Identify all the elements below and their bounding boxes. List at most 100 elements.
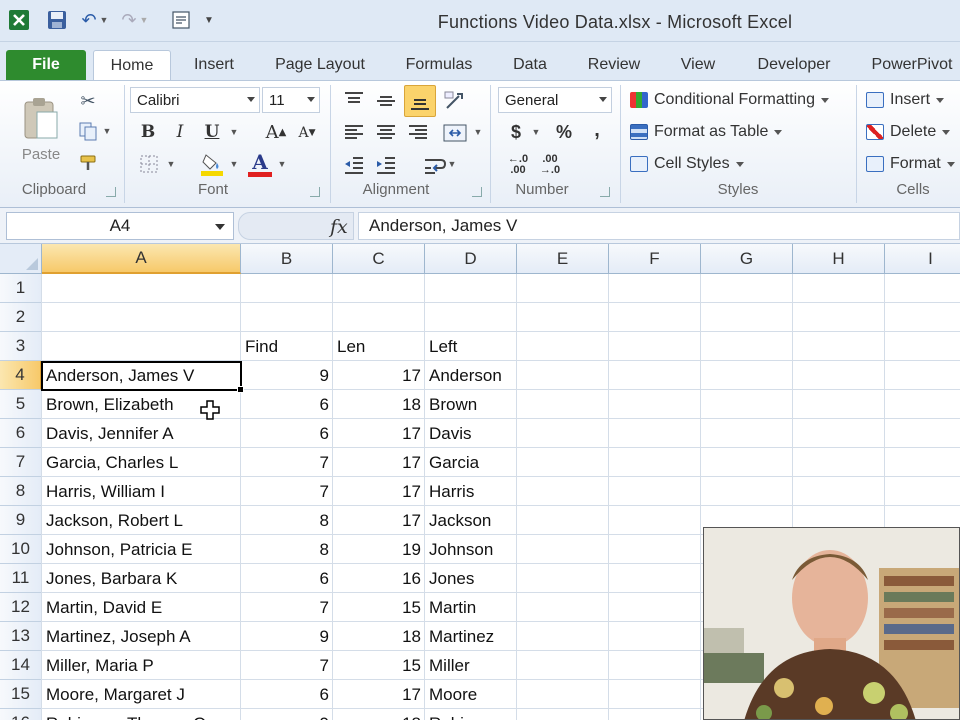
number-launcher-icon[interactable] <box>600 187 610 197</box>
clipboard-launcher-icon[interactable] <box>106 187 116 197</box>
cell-d7-left[interactable]: Garcia <box>425 448 517 477</box>
cell-c4-len[interactable]: 17 <box>333 361 425 390</box>
cell-c14-len[interactable]: 15 <box>333 651 425 680</box>
shrink-font-button[interactable]: A ▼ <box>294 121 320 145</box>
row-header-10[interactable]: 10 <box>0 535 42 564</box>
column-header-g[interactable]: G <box>701 244 793 274</box>
font-color-icon[interactable]: A <box>246 149 274 179</box>
column-header-c[interactable]: C <box>333 244 425 274</box>
increase-indent-icon[interactable] <box>372 151 400 179</box>
tab-developer[interactable]: Developer <box>745 50 843 80</box>
formula-input[interactable]: Anderson, James V <box>358 212 960 240</box>
currency-dropdown-icon[interactable]: ▼ <box>530 125 542 139</box>
cell-c5-len[interactable]: 18 <box>333 390 425 419</box>
borders-dropdown-icon[interactable]: ▼ <box>165 157 177 171</box>
copy-icon[interactable] <box>76 119 100 143</box>
cell-b7-find[interactable]: 7 <box>241 448 333 477</box>
insert-function-icon[interactable]: fx <box>330 216 348 238</box>
align-left-icon[interactable] <box>340 119 368 147</box>
row-header-9[interactable]: 9 <box>0 506 42 535</box>
cell-d5-left[interactable]: Brown <box>425 390 517 419</box>
font-name-combo[interactable]: Calibri <box>130 87 260 113</box>
row-header-4[interactable]: 4 <box>0 361 42 390</box>
cell-d16-left[interactable]: Robinson <box>425 709 517 720</box>
comma-button[interactable]: , <box>588 117 606 143</box>
format-cells-button[interactable]: Format <box>866 151 955 177</box>
fill-color-icon[interactable] <box>198 149 226 179</box>
conditional-formatting-button[interactable]: Conditional Formatting <box>630 87 829 113</box>
tab-review[interactable]: Review <box>578 50 650 80</box>
column-header-b[interactable]: B <box>241 244 333 274</box>
currency-button[interactable]: $ <box>506 119 526 145</box>
column-header-a[interactable]: A <box>42 244 241 274</box>
number-format-combo[interactable]: General <box>498 87 612 113</box>
align-right-icon[interactable] <box>404 119 432 147</box>
column-header-h[interactable]: H <box>793 244 885 274</box>
alignment-launcher-icon[interactable] <box>472 187 482 197</box>
cell-c10-len[interactable]: 19 <box>333 535 425 564</box>
cell-c15-len[interactable]: 17 <box>333 680 425 709</box>
align-bottom-icon[interactable] <box>404 85 436 117</box>
cell-b16-find[interactable]: 9 <box>241 709 333 720</box>
merge-center-icon[interactable] <box>440 119 470 147</box>
column-header-i[interactable]: I <box>885 244 960 274</box>
tab-formulas[interactable]: Formulas <box>395 50 483 80</box>
decrease-indent-icon[interactable] <box>340 151 368 179</box>
cell-b9-find[interactable]: 8 <box>241 506 333 535</box>
row-header-2[interactable]: 2 <box>0 303 42 332</box>
tab-powerpivot[interactable]: PowerPivot <box>862 50 960 80</box>
cell-a11-name[interactable]: Jones, Barbara K <box>42 564 241 593</box>
grow-font-button[interactable]: A ▲ <box>262 119 290 145</box>
decrease-decimal-icon[interactable]: .00 →.0 <box>536 151 564 179</box>
cell-b5-find[interactable]: 6 <box>241 390 333 419</box>
column-header-d[interactable]: D <box>425 244 517 274</box>
cell-c16-len[interactable]: 18 <box>333 709 425 720</box>
cell-a8-name[interactable]: Harris, William I <box>42 477 241 506</box>
cell-a7-name[interactable]: Garcia, Charles L <box>42 448 241 477</box>
cell-styles-button[interactable]: Cell Styles <box>630 151 744 177</box>
font-size-combo[interactable]: 11 <box>262 87 320 113</box>
cell-d8-left[interactable]: Harris <box>425 477 517 506</box>
row-header-11[interactable]: 11 <box>0 564 42 593</box>
cell-c9-len[interactable]: 17 <box>333 506 425 535</box>
cell-d14-left[interactable]: Miller <box>425 651 517 680</box>
cell-c8-len[interactable]: 17 <box>333 477 425 506</box>
cell-b6-find[interactable]: 6 <box>241 419 333 448</box>
increase-decimal-icon[interactable]: ←.0.00 <box>504 151 532 179</box>
cell-c11-len[interactable]: 16 <box>333 564 425 593</box>
cell-c3-len-header[interactable]: Len <box>333 332 425 361</box>
cell-b15-find[interactable]: 6 <box>241 680 333 709</box>
row-header-8[interactable]: 8 <box>0 477 42 506</box>
paste-button[interactable]: Paste <box>14 87 68 171</box>
underline-dropdown-icon[interactable]: ▼ <box>228 125 240 139</box>
tab-insert[interactable]: Insert <box>184 50 244 80</box>
row-header-3[interactable]: 3 <box>0 332 42 361</box>
tab-view[interactable]: View <box>671 50 725 80</box>
copy-dropdown-icon[interactable]: ▼ <box>101 123 113 139</box>
row-header-14[interactable]: 14 <box>0 651 42 680</box>
row-header-5[interactable]: 5 <box>0 390 42 419</box>
insert-cells-button[interactable]: Insert <box>866 87 945 113</box>
cell-b12-find[interactable]: 7 <box>241 593 333 622</box>
format-as-table-button[interactable]: Format as Table <box>630 119 783 145</box>
cell-d10-left[interactable]: Johnson <box>425 535 517 564</box>
cell-b8-find[interactable]: 7 <box>241 477 333 506</box>
align-top-icon[interactable] <box>340 87 368 115</box>
row-header-15[interactable]: 15 <box>0 680 42 709</box>
cell-d4-left[interactable]: Anderson <box>425 361 517 390</box>
tab-data[interactable]: Data <box>503 50 557 80</box>
cell-a12-name[interactable]: Martin, David E <box>42 593 241 622</box>
orientation-icon[interactable] <box>440 87 468 115</box>
row-header-1[interactable]: 1 <box>0 274 42 303</box>
percent-button[interactable]: % <box>552 119 576 145</box>
wrap-dropdown-icon[interactable]: ▼ <box>446 157 458 171</box>
column-header-e[interactable]: E <box>517 244 609 274</box>
cell-d3-left-header[interactable]: Left <box>425 332 517 361</box>
cell-a9-name[interactable]: Jackson, Robert L <box>42 506 241 535</box>
font-launcher-icon[interactable] <box>310 187 320 197</box>
cell-b11-find[interactable]: 6 <box>241 564 333 593</box>
underline-button[interactable]: U <box>200 119 224 145</box>
select-all-button[interactable] <box>0 244 42 274</box>
cell-b3-find-header[interactable]: Find <box>241 332 333 361</box>
active-cell-border[interactable] <box>41 361 242 391</box>
